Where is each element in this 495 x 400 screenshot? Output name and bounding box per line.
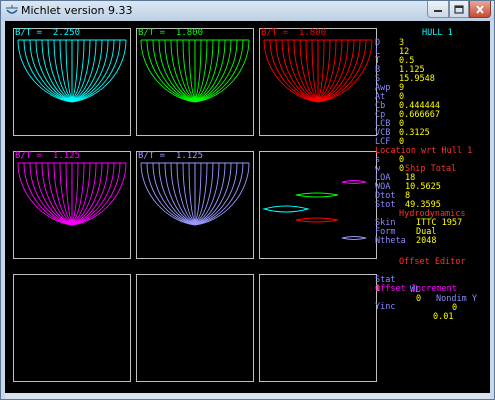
station-line <box>194 162 250 226</box>
plan-outline-red <box>295 217 339 223</box>
panel-title: B/T = 1.800 <box>138 28 204 38</box>
station-line <box>140 39 196 103</box>
station-line <box>311 39 319 99</box>
hull-panel-3[interactable]: B/T = 1.800 <box>259 28 377 136</box>
station-line <box>71 162 79 222</box>
plan-outline-blue <box>341 236 367 240</box>
close-icon <box>476 4 484 14</box>
param-value: 0.666667 <box>399 110 440 120</box>
info-panel: HULL 1 D3 L 12 T 0.5 B 1.125 S 15.9548 Awp 9 … <box>372 21 490 393</box>
app-icon <box>6 5 18 14</box>
panel-title: B/T = 1.125 <box>15 151 81 161</box>
window-title: Michlet version 9.33 <box>21 4 133 17</box>
station-line <box>317 39 325 99</box>
minimize-icon <box>434 10 442 12</box>
station-line <box>71 39 79 99</box>
empty-panel-1[interactable] <box>13 274 131 382</box>
station-line <box>17 162 73 226</box>
hull-panel-1[interactable]: B/T = 2.250 <box>13 28 131 136</box>
param-value: 2048 <box>416 236 437 246</box>
param-value: 0 <box>399 164 405 174</box>
station-line <box>263 39 319 103</box>
station-line <box>71 162 127 226</box>
offset-editor-header: Offset Editor <box>399 257 466 267</box>
param-key: Stot <box>375 200 396 210</box>
plan-outline-magenta <box>341 180 367 184</box>
station-line <box>194 39 202 99</box>
hull-panel-4[interactable]: B/T = 1.125 <box>13 151 131 259</box>
hull-plan-view <box>262 180 367 240</box>
empty-panel-3[interactable] <box>259 274 377 382</box>
yinc-row: Yinc 0.01 <box>372 294 453 331</box>
maximize-icon <box>454 4 464 14</box>
station-line <box>71 39 127 103</box>
plan-outline-cyan <box>262 205 310 213</box>
hull-body-plan <box>140 39 250 103</box>
hull-body-plan <box>17 39 127 103</box>
station-line <box>17 39 73 103</box>
graphics-area: B/T = 2.250 B/T = 1.800 B/T = 1.800 B/T … <box>5 21 490 393</box>
location-header: Location wrt Hull 1 <box>375 146 473 156</box>
plan-view-panel[interactable] <box>259 151 377 259</box>
station-line <box>188 162 196 222</box>
hull-body-plan <box>17 162 127 226</box>
application-window: Michlet version 9.33 B/T = 2.250 B/T = 1… <box>0 0 495 400</box>
param-key: Ntheta <box>375 236 406 246</box>
offset-increment-header: Offset Increment <box>375 284 457 294</box>
panel-title: B/T = 2.250 <box>15 28 81 38</box>
hull-body-plan <box>140 162 250 226</box>
window-bottom-border <box>5 393 490 399</box>
yinc-value[interactable]: 0.01 <box>433 312 453 322</box>
empty-panel-2[interactable] <box>136 274 254 382</box>
param-value: 15.9548 <box>399 74 435 84</box>
hull-panel-5[interactable]: B/T = 1.125 <box>136 151 254 259</box>
station-line <box>140 162 196 226</box>
station-line <box>194 162 202 222</box>
hull-header: HULL 1 <box>422 28 453 38</box>
station-line <box>65 39 73 99</box>
wl-value[interactable]: 0 <box>416 294 421 304</box>
station-line <box>317 39 373 103</box>
panel-title: B/T = 1.125 <box>138 151 204 161</box>
maximize-button[interactable] <box>449 1 469 18</box>
plan-outline-green <box>295 192 339 198</box>
station-line <box>194 39 250 103</box>
yinc-label: Yinc <box>375 302 396 313</box>
minimize-button[interactable] <box>427 1 449 18</box>
title-bar[interactable]: Michlet version 9.33 <box>1 1 494 21</box>
hull-panel-2[interactable]: B/T = 1.800 <box>136 28 254 136</box>
station-line <box>65 162 73 222</box>
station-line <box>188 39 196 99</box>
panel-title: B/T = 1.800 <box>261 28 327 38</box>
hull-body-plan <box>263 39 373 103</box>
param-value: 10.5625 <box>405 182 441 192</box>
close-button[interactable] <box>469 1 491 18</box>
